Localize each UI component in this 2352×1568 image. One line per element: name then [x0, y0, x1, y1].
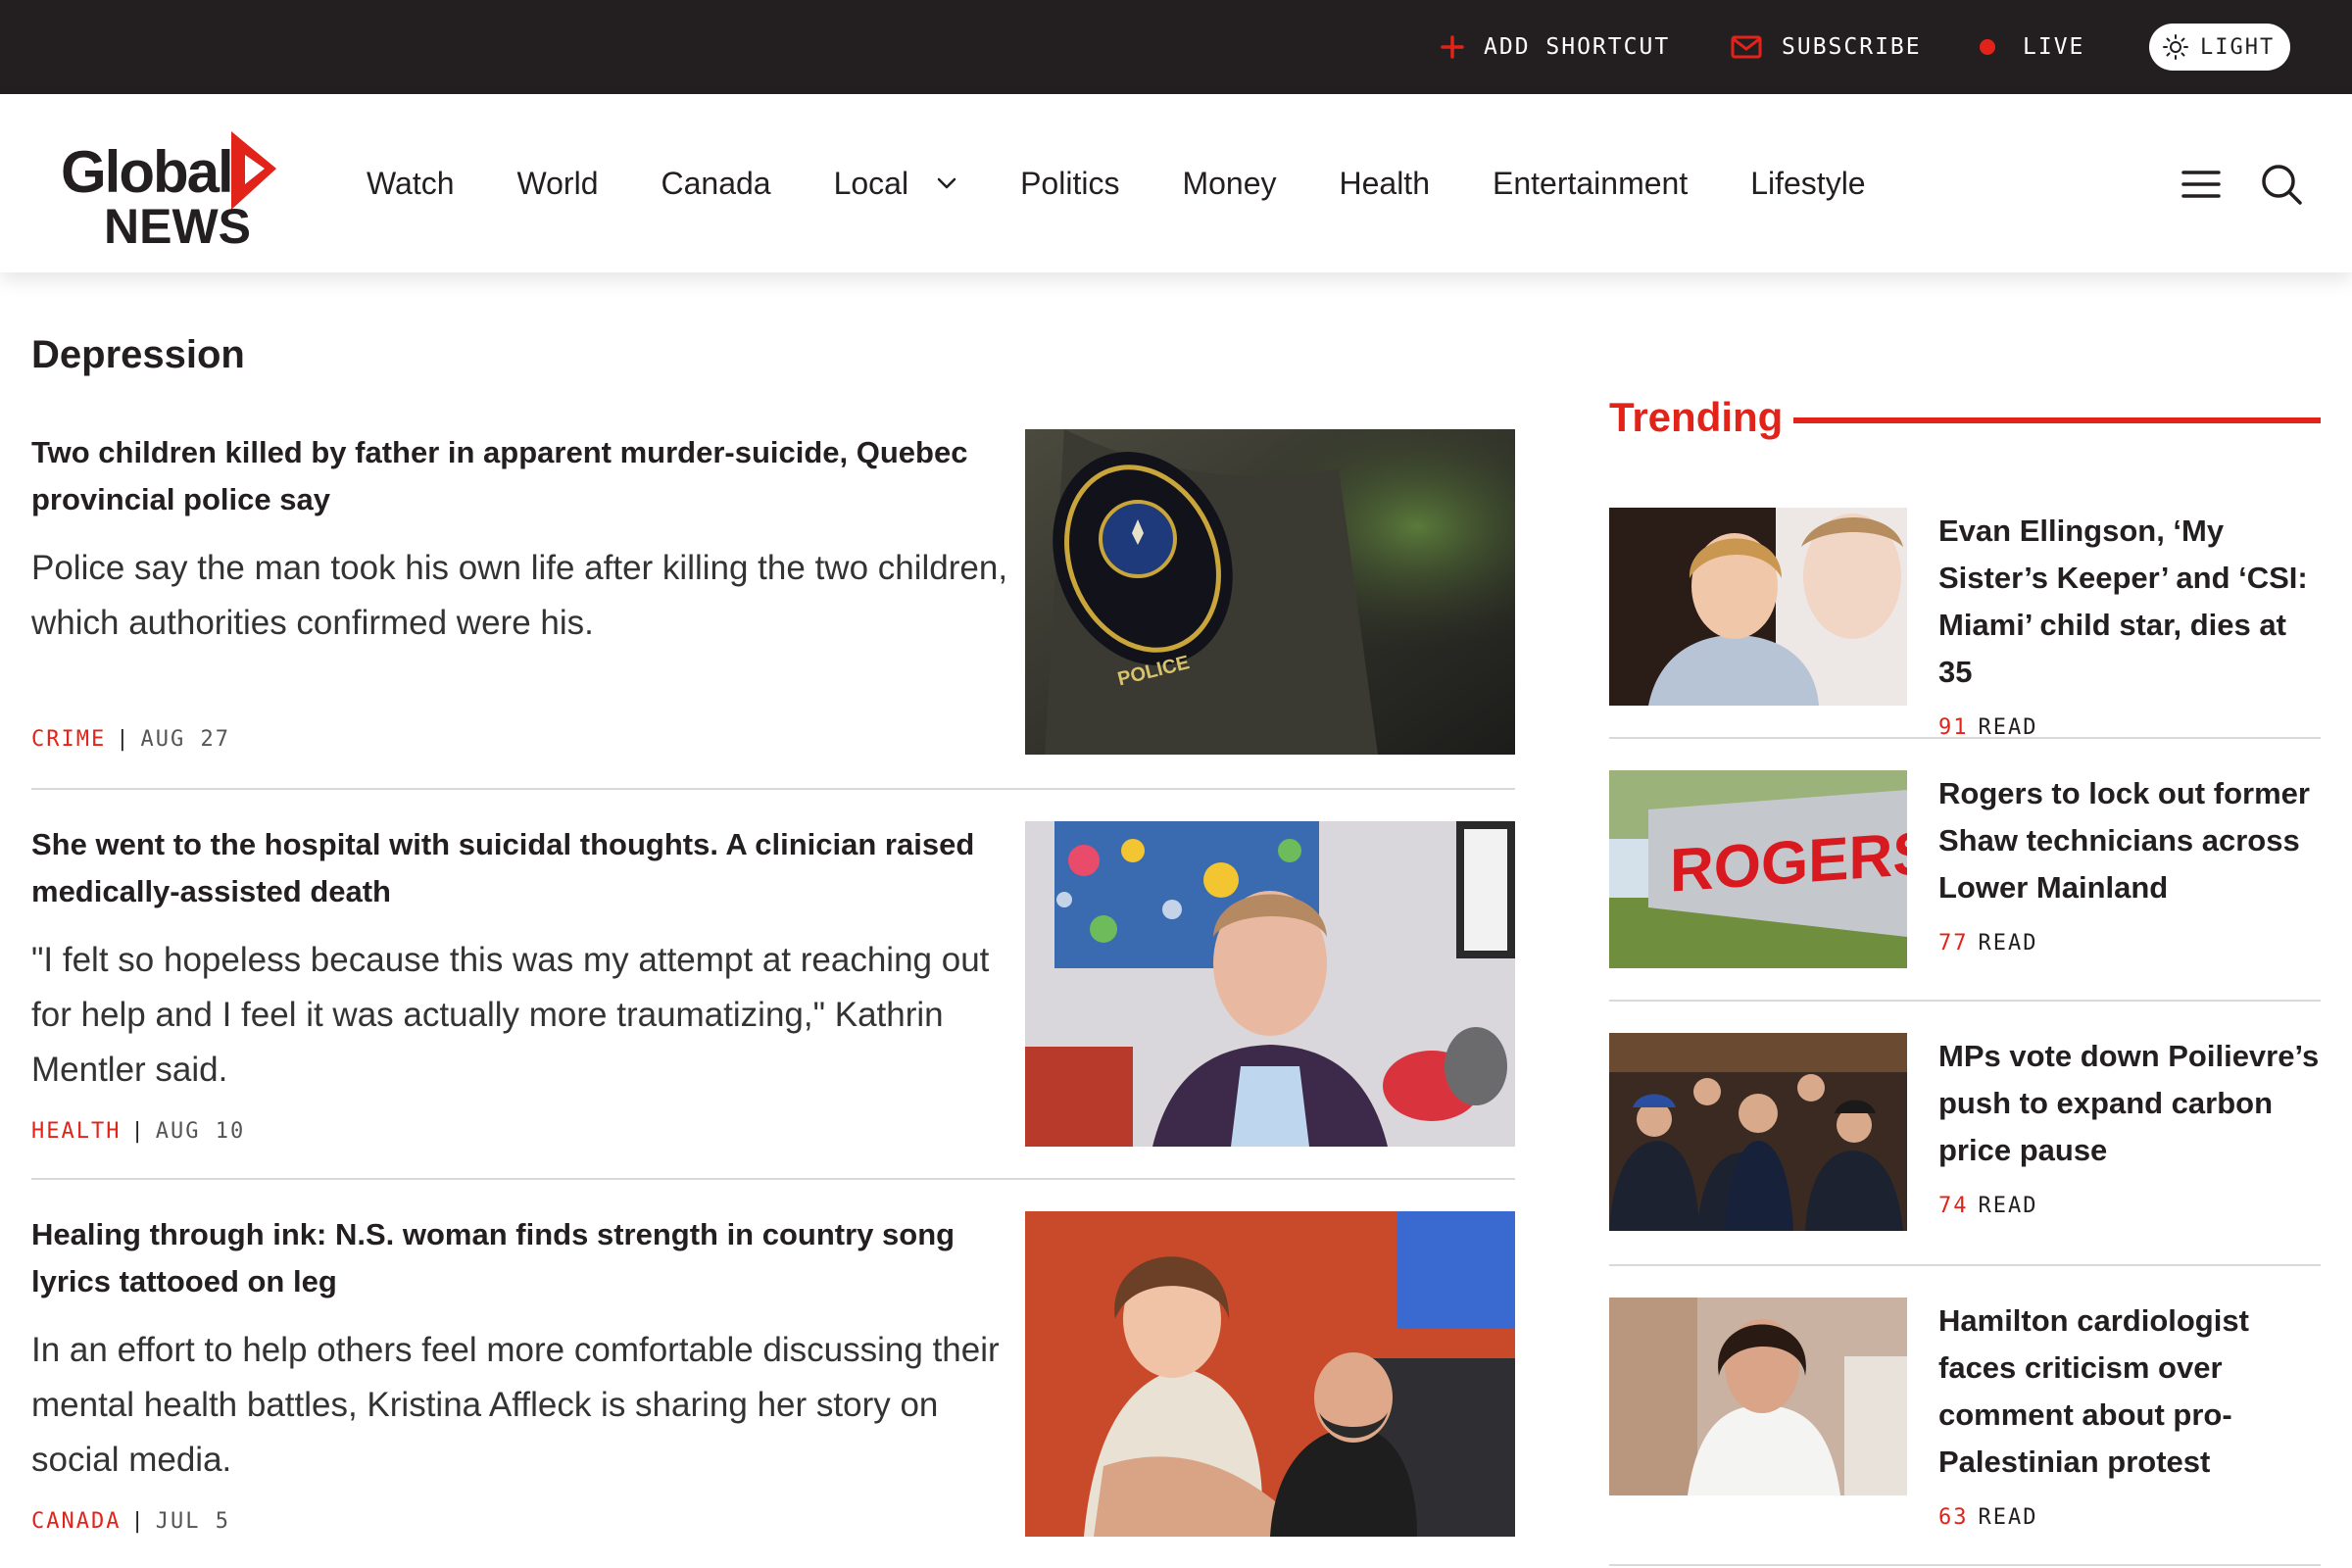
story-meta: CRIME | AUG 27	[31, 727, 230, 752]
nav-item-lifestyle[interactable]: Lifestyle	[1750, 166, 1865, 202]
trending-divider	[1609, 1264, 2321, 1266]
story-headline[interactable]: She went to the hospital with suicidal t…	[31, 821, 1011, 915]
story-text: Healing through ink: N.S. woman finds st…	[31, 1211, 1011, 1488]
story-image-interview[interactable]	[1025, 821, 1515, 1147]
subscribe-label: SUBSCRIBE	[1782, 34, 1922, 60]
site-header: Global NEWS Watch World Canada Local Pol…	[0, 94, 2352, 272]
trending-item: MPs vote down Poilievre’s push to expand…	[1609, 1033, 2321, 1231]
mail-icon	[1731, 35, 1762, 59]
svg-text:Global: Global	[61, 139, 232, 205]
story-divider	[31, 1178, 1515, 1180]
subscribe-button[interactable]: SUBSCRIBE	[1731, 0, 1922, 94]
trending-image-parliament[interactable]	[1609, 1033, 1907, 1231]
trending-text: Rogers to lock out former Shaw technicia…	[1938, 770, 2323, 956]
nav-item-health[interactable]: Health	[1339, 166, 1430, 202]
trending-text: Evan Ellingson, ‘My Sister’s Keeper’ and…	[1938, 508, 2323, 740]
nav-item-entertainment[interactable]: Entertainment	[1493, 166, 1688, 202]
trending-divider	[1609, 1000, 2321, 1002]
nav-item-world[interactable]: World	[517, 166, 599, 202]
nav-item-politics[interactable]: Politics	[1020, 166, 1119, 202]
story-image-tattoo[interactable]	[1025, 1211, 1515, 1537]
live-button[interactable]: LIVE	[1980, 0, 2084, 94]
nav-item-local-label: Local	[833, 165, 909, 201]
trending-image-cardiologist[interactable]	[1609, 1298, 1907, 1495]
trending-item: Evan Ellingson, ‘My Sister’s Keeper’ and…	[1609, 508, 2321, 740]
trending-text: MPs vote down Poilievre’s push to expand…	[1938, 1033, 2323, 1218]
trending-image-child-star[interactable]	[1609, 508, 1907, 706]
trending-read-count: 77 READ	[1938, 931, 2323, 956]
story-summary: Police say the man took his own life aft…	[31, 549, 1008, 642]
story-date: AUG 10	[155, 1119, 246, 1144]
menu-icon[interactable]	[2178, 161, 2225, 208]
read-label: READ	[1978, 1505, 2038, 1530]
chevron-down-icon[interactable]	[936, 176, 957, 190]
theme-label: LIGHT	[2200, 34, 2276, 60]
theme-toggle[interactable]: LIGHT	[2149, 24, 2290, 71]
read-count-number: 77	[1938, 931, 1969, 956]
read-label: READ	[1978, 931, 2038, 956]
meta-separator: |	[130, 1509, 146, 1534]
story-card: She went to the hospital with suicidal t…	[31, 821, 1515, 1147]
trending-headline[interactable]: Rogers to lock out former Shaw technicia…	[1938, 770, 2323, 911]
story-image-police-patch[interactable]: POLICE	[1025, 429, 1515, 755]
story-category[interactable]: CANADA	[31, 1509, 121, 1534]
story-card: Two children killed by father in apparen…	[31, 429, 1515, 755]
trending-headline[interactable]: Hamilton cardiologist faces criticism ov…	[1938, 1298, 2323, 1486]
story-headline[interactable]: Healing through ink: N.S. woman finds st…	[31, 1211, 1011, 1305]
story-category[interactable]: HEALTH	[31, 1119, 121, 1144]
top-utility-bar: ADD SHORTCUT SUBSCRIBE LIVE LIGHT	[0, 0, 2352, 94]
sun-icon	[2163, 34, 2188, 60]
trending-title: Trending	[1609, 394, 1784, 440]
story-category[interactable]: CRIME	[31, 727, 106, 752]
trending-read-count: 63 READ	[1938, 1505, 2323, 1530]
read-count-number: 74	[1938, 1194, 1969, 1218]
story-divider	[31, 788, 1515, 790]
story-text: She went to the hospital with suicidal t…	[31, 821, 1011, 1098]
trending-read-count: 74 READ	[1938, 1194, 2323, 1218]
story-text: Two children killed by father in apparen…	[31, 429, 1011, 651]
svg-text:NEWS: NEWS	[104, 199, 251, 253]
plus-icon	[1441, 35, 1464, 59]
story-summary: "I felt so hopeless because this was my …	[31, 941, 990, 1089]
read-label: READ	[1978, 1194, 2038, 1218]
story-card: Healing through ink: N.S. woman finds st…	[31, 1211, 1515, 1537]
trending-divider	[1609, 737, 2321, 739]
story-meta: CANADA | JUL 5	[31, 1509, 230, 1534]
trending-image-rogers-sign[interactable]: ROGERS	[1609, 770, 1907, 968]
story-meta: HEALTH | AUG 10	[31, 1119, 245, 1144]
trending-item: ROGERS Rogers to lock out former Shaw te…	[1609, 770, 2321, 968]
global-news-logo[interactable]: Global NEWS	[59, 116, 284, 254]
add-shortcut-label: ADD SHORTCUT	[1484, 34, 1671, 60]
trending-item: Hamilton cardiologist faces criticism ov…	[1609, 1298, 2321, 1533]
story-summary: In an effort to help others feel more co…	[31, 1331, 1000, 1479]
story-headline[interactable]: Two children killed by father in apparen…	[31, 429, 1011, 523]
read-count-number: 63	[1938, 1505, 1969, 1530]
trending-rule	[1793, 417, 2321, 423]
live-dot-icon	[1980, 39, 1995, 55]
meta-separator: |	[130, 1119, 146, 1144]
search-icon[interactable]	[2258, 161, 2305, 208]
live-label: LIVE	[2023, 34, 2085, 60]
trending-headline[interactable]: Evan Ellingson, ‘My Sister’s Keeper’ and…	[1938, 508, 2323, 696]
main-nav: Watch World Canada Local Politics Money …	[367, 94, 1929, 272]
trending-headline[interactable]: MPs vote down Poilievre’s push to expand…	[1938, 1033, 2323, 1174]
meta-separator: |	[116, 727, 131, 752]
trending-divider	[1609, 1564, 2321, 1566]
nav-item-local[interactable]: Local	[834, 166, 958, 202]
story-date: JUL 5	[155, 1509, 230, 1534]
trending-text: Hamilton cardiologist faces criticism ov…	[1938, 1298, 2323, 1530]
story-date: AUG 27	[140, 727, 230, 752]
page-title: Depression	[31, 333, 245, 376]
nav-item-money[interactable]: Money	[1182, 166, 1276, 202]
nav-item-canada[interactable]: Canada	[661, 166, 770, 202]
nav-item-watch[interactable]: Watch	[367, 166, 455, 202]
add-shortcut-button[interactable]: ADD SHORTCUT	[1441, 0, 1670, 94]
